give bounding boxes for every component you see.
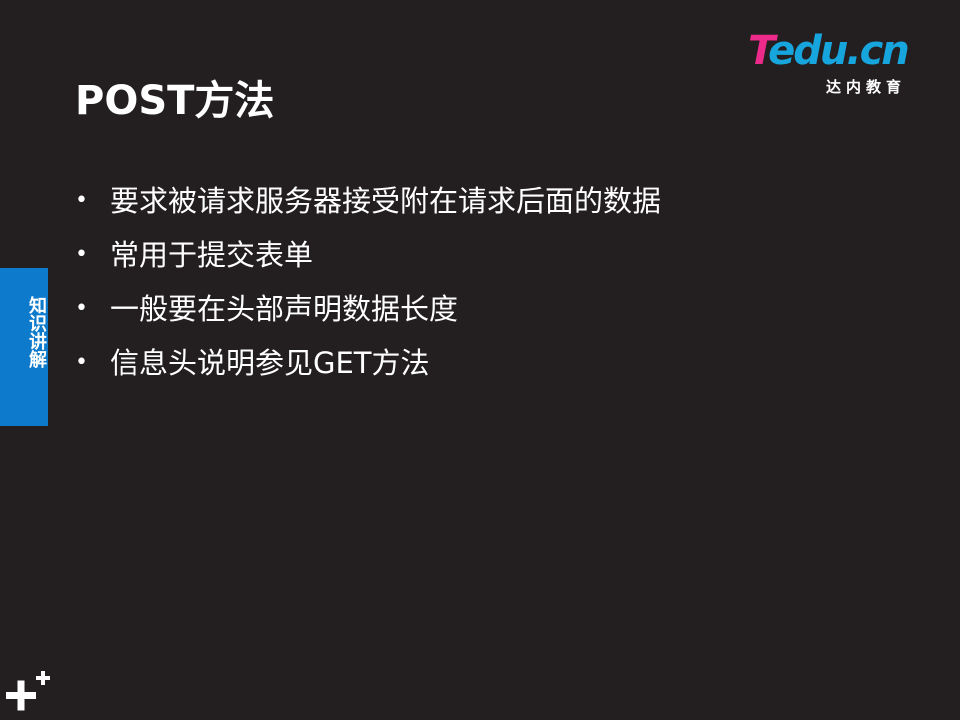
bullet-marker: • [75,242,88,267]
tedu-logo: Tedu.cn 达内教育 [748,28,928,98]
logo-wordmark: Tedu.cn [748,28,910,74]
bullet-text: 常用于提交表单 [110,238,314,272]
bullet-marker: • [75,350,88,375]
bullet-text: 信息头说明参见GET方法 [110,346,430,380]
bullet-marker: • [75,188,88,213]
bullet-text: 一般要在头部声明数据长度 [110,292,459,326]
bullet-item: • 常用于提交表单 [75,230,661,284]
logo-subtitle: 达内教育 [826,78,907,96]
plus-plus-icon [6,671,50,711]
section-side-tab: 知识讲解 [0,268,48,426]
side-tab-label: 知识讲解 [26,296,47,368]
bullet-item: • 信息头说明参见GET方法 [75,338,661,392]
bullet-marker: • [75,296,88,321]
side-tab-label-wrap: 知识讲解 [13,296,47,398]
bullet-list: • 要求被请求服务器接受附在请求后面的数据 • 常用于提交表单 • 一般要在头部声明数… [75,176,661,392]
slide-title: POST方法 [75,78,275,124]
bullet-text: 要求被请求服务器接受附在请求后面的数据 [110,184,662,218]
logo-word-rest: edu.cn [768,28,910,74]
bullet-item: • 要求被请求服务器接受附在请求后面的数据 [75,176,661,230]
bullet-item: • 一般要在头部声明数据长度 [75,284,661,338]
slide: POST方法 Tedu.cn 达内教育 • 要求被请求服务器接受附在请求后面的数据… [0,0,960,720]
logo-letter-t: T [748,28,770,74]
